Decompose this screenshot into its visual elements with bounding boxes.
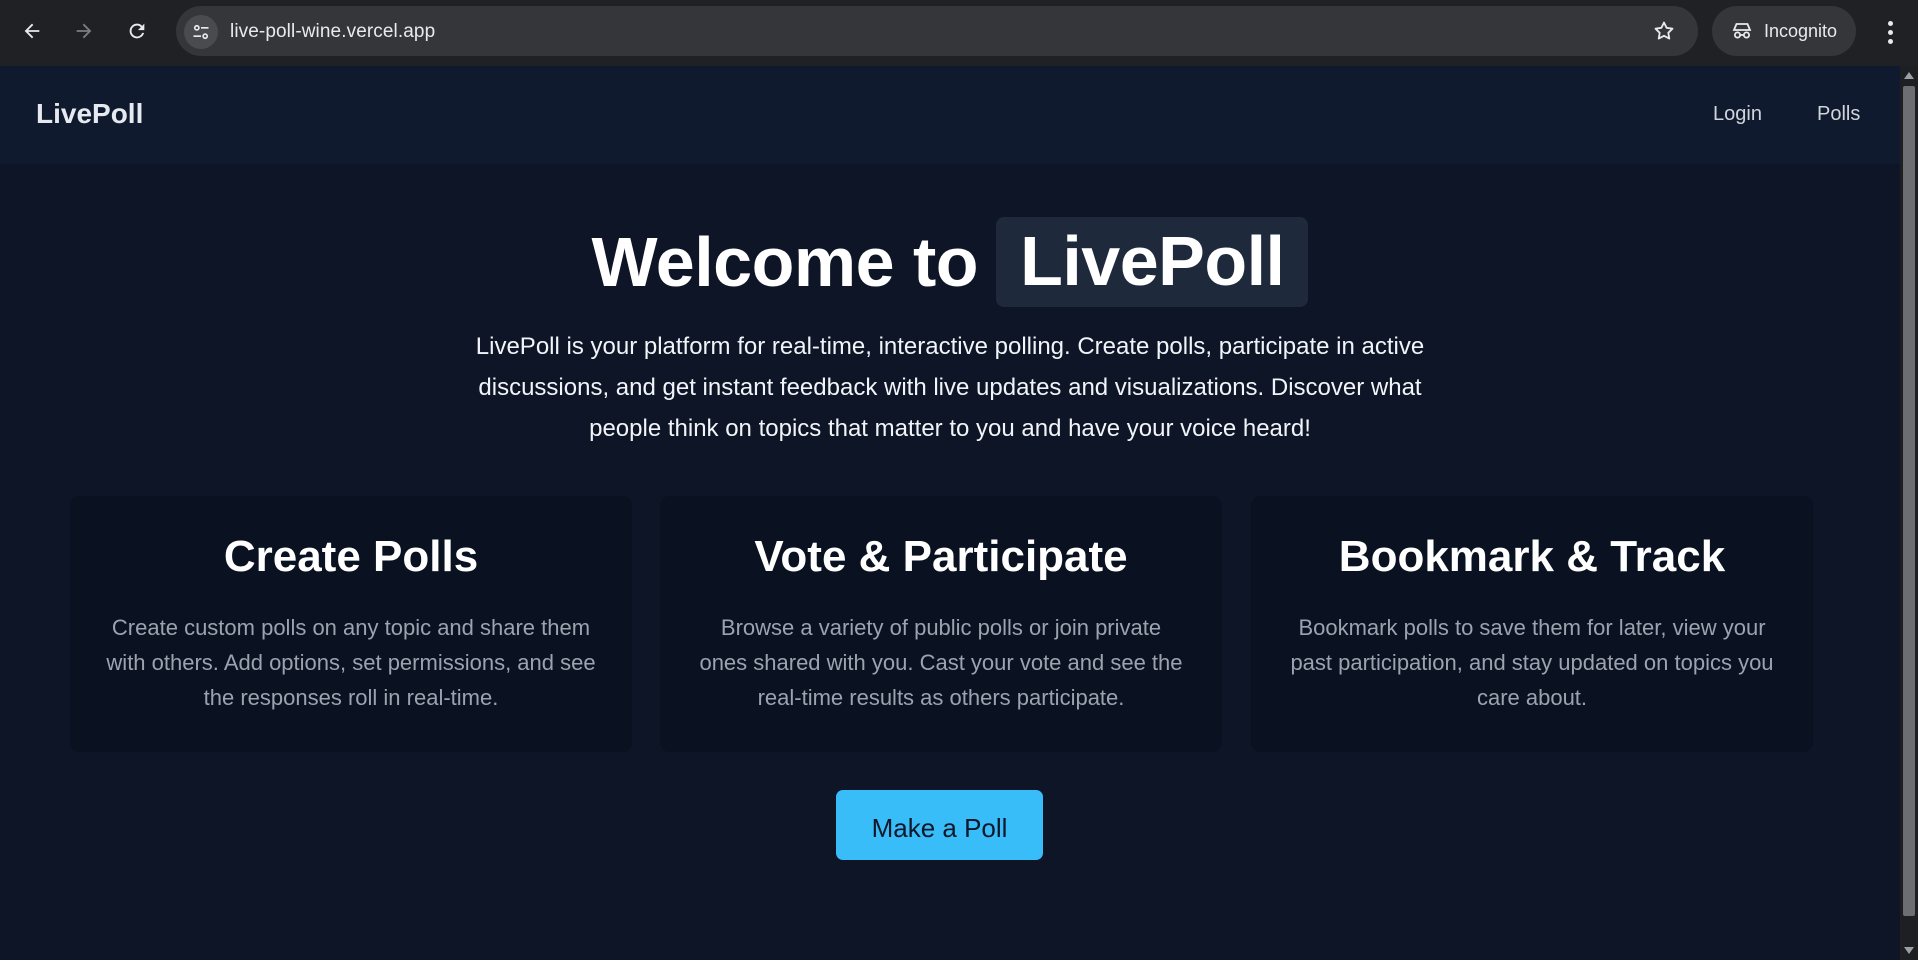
reload-icon — [129, 23, 145, 39]
incognito-icon — [1732, 23, 1752, 39]
arrow-right-icon — [76, 23, 92, 39]
hero-title-prefix: Welcome to — [591, 222, 979, 301]
address-bar[interactable]: live-poll-wine.vercel.app — [176, 6, 1698, 56]
arrow-left-icon — [24, 23, 40, 39]
page-viewport: LivePoll Login Polls Welcome to LivePoll … — [0, 66, 1900, 960]
app-navbar: LivePoll Login Polls — [0, 66, 1900, 164]
browser-toolbar: live-poll-wine.vercel.app Incognito — [0, 0, 1918, 66]
hero-description: LivePoll is your platform for real-time,… — [475, 333, 1425, 442]
more-vert-icon[interactable] — [1876, 14, 1904, 50]
scroll-up-icon[interactable] — [1904, 72, 1914, 79]
forward-button[interactable] — [66, 13, 102, 49]
hero-title-highlight: LivePoll — [996, 216, 1309, 307]
incognito-indicator[interactable]: Incognito — [1712, 6, 1856, 56]
feature-card-title: Vote & Participate — [754, 532, 1128, 581]
back-button[interactable] — [14, 13, 50, 49]
site-info-button[interactable] — [184, 15, 218, 49]
scrollbar-thumb[interactable] — [1903, 86, 1915, 916]
feature-card-title: Bookmark & Track — [1338, 532, 1726, 581]
reload-button[interactable] — [119, 13, 155, 49]
page-scrollbar[interactable] — [1900, 66, 1918, 960]
url-text[interactable]: live-poll-wine.vercel.app — [230, 21, 435, 43]
make-a-poll-button[interactable]: Make a Poll — [836, 790, 1043, 860]
feature-card-vote-participate: Vote & Participate Browse a variety of p… — [660, 496, 1222, 752]
feature-card-description: Browse a variety of public polls or join… — [699, 615, 1183, 710]
nav-login-link[interactable]: Login — [1713, 103, 1762, 126]
tune-icon — [193, 24, 209, 40]
feature-card-description: Create custom polls on any topic and sha… — [106, 615, 596, 710]
feature-card-title: Create Polls — [223, 532, 479, 581]
brand-logo[interactable]: LivePoll — [36, 98, 143, 130]
hero-title: Welcome to LivePoll — [0, 216, 1900, 307]
scroll-down-icon[interactable] — [1904, 947, 1914, 954]
feature-card-create-polls: Create Polls Create custom polls on any … — [70, 496, 632, 752]
incognito-label: Incognito — [1764, 20, 1838, 41]
feature-card-bookmark-track: Bookmark & Track Bookmark polls to save … — [1251, 496, 1813, 752]
nav-polls-link[interactable]: Polls — [1817, 103, 1860, 126]
feature-card-description: Bookmark polls to save them for later, v… — [1290, 615, 1774, 710]
star-icon[interactable] — [1652, 19, 1676, 43]
